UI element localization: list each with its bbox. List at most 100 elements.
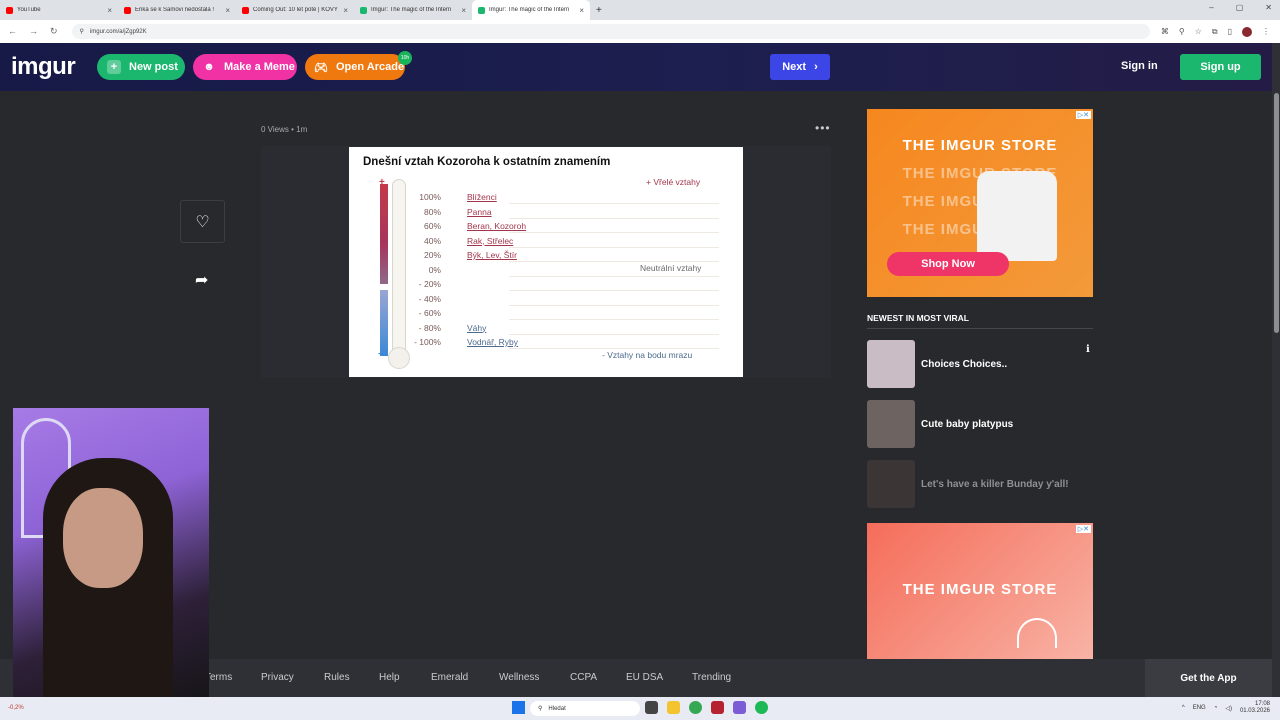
- viral-item[interactable]: Let's have a killer Bunday y'all!: [867, 460, 1093, 508]
- label-neutral: Neutrální vztahy: [640, 263, 702, 273]
- volume-icon[interactable]: ◁): [1225, 705, 1232, 712]
- lang-indicator[interactable]: ENG: [1193, 705, 1206, 711]
- wifi-icon[interactable]: ◔: [1214, 705, 1218, 711]
- close-tab-icon[interactable]: ×: [225, 6, 230, 15]
- relation-signs[interactable]: Váhy: [467, 323, 486, 333]
- viral-item[interactable]: Choices Choices..: [867, 340, 1093, 388]
- extensions-icon[interactable]: ⧉: [1212, 27, 1218, 37]
- relation-signs[interactable]: Beran, Kozoroh: [467, 221, 526, 231]
- viral-item[interactable]: Cute baby platypus: [867, 400, 1093, 448]
- store-ad-bottom[interactable]: ▷✕ THE IMGUR STORE: [867, 523, 1093, 659]
- browser-tab[interactable]: YouTube ×: [0, 0, 118, 20]
- start-icon[interactable]: [512, 701, 525, 714]
- url-input[interactable]: ⚲ imgur.com/a/jZgp92K: [71, 24, 1150, 39]
- close-window-icon[interactable]: ✕: [1265, 3, 1272, 12]
- shop-now-button[interactable]: Shop Now: [887, 252, 1009, 276]
- tray-chevron-icon[interactable]: ^: [1182, 705, 1185, 711]
- post-image[interactable]: Dnešní vztah Kozoroha k ostatním znamení…: [349, 147, 743, 377]
- new-post-button[interactable]: + New post: [97, 54, 185, 80]
- browser-tab[interactable]: Coming Out: 10 let poté | KOVY ×: [236, 0, 354, 20]
- get-app-button[interactable]: Get the App: [1145, 659, 1272, 697]
- post-options-icon[interactable]: •••: [815, 121, 831, 135]
- back-icon[interactable]: ←: [8, 26, 17, 37]
- close-tab-icon[interactable]: ×: [579, 6, 584, 15]
- footer-link[interactable]: Help: [379, 672, 400, 683]
- file-explorer-icon[interactable]: [667, 701, 680, 714]
- footer-link[interactable]: Trending: [692, 672, 731, 683]
- store-ad-top[interactable]: ▷✕ THE IMGUR STORE THE IMGUR STORE THE I…: [867, 109, 1093, 297]
- profile-avatar[interactable]: [1242, 26, 1252, 37]
- relation-percent: 60%: [423, 221, 441, 231]
- page-scrollbar[interactable]: [1272, 43, 1280, 700]
- relation-row: 80% Panna: [409, 205, 719, 219]
- new-tab-icon[interactable]: +: [596, 5, 602, 16]
- relation-row: 100% Blíženci: [409, 190, 719, 204]
- make-meme-button[interactable]: ☻ Make a Meme: [193, 54, 297, 80]
- relation-signs[interactable]: Blíženci: [467, 192, 497, 202]
- tab-favicon-icon: [360, 6, 367, 14]
- relation-percent: - 100%: [414, 337, 441, 347]
- relation-percent: - 40%: [418, 293, 441, 304]
- share-button[interactable]: ➦: [195, 270, 208, 290]
- maximize-icon[interactable]: ▢: [1236, 3, 1244, 12]
- bookmark-star-icon[interactable]: ☆: [1195, 27, 1202, 36]
- chrome-icon[interactable]: [689, 701, 702, 714]
- label-warm: + Vřelé vztahy: [646, 177, 701, 187]
- next-button[interactable]: Next ›: [770, 54, 830, 80]
- relation-signs[interactable]: Býk, Lev, Štír: [467, 250, 517, 260]
- open-arcade-button[interactable]: 🎮︎ Open Arcade: [305, 54, 405, 80]
- footer-link[interactable]: Rules: [324, 672, 350, 683]
- sidepanel-icon[interactable]: ▯: [1228, 27, 1232, 36]
- taskbar-search[interactable]: ⚲ Hledat: [530, 701, 640, 716]
- viral-title: Let's have a killer Bunday y'all!: [921, 478, 1069, 490]
- imgur-logo[interactable]: imgur: [11, 53, 76, 81]
- sign-up-button[interactable]: Sign up: [1180, 54, 1261, 80]
- browser-tab[interactable]: Imgur: The magic of the Intern ×: [472, 0, 590, 20]
- relation-signs[interactable]: Vodnář, Ryby: [467, 337, 518, 347]
- views-count: 0 Views: [261, 125, 289, 134]
- relation-row: 60% Beran, Kozoroh: [409, 219, 719, 233]
- tab-title: Imgur: The magic of the Intern: [371, 7, 452, 13]
- sign-in-link[interactable]: Sign in: [1121, 60, 1158, 72]
- ad-choices-icon[interactable]: ▷✕: [1075, 525, 1091, 533]
- close-tab-icon[interactable]: ×: [461, 6, 466, 15]
- footer-link[interactable]: Privacy: [261, 672, 294, 683]
- relation-percent: 80%: [423, 206, 441, 217]
- browser-tab-bar: YouTube × Erika se k Samovi nedostala ! × Co…: [0, 0, 1280, 20]
- info-icon[interactable]: ℹ: [1086, 344, 1090, 355]
- minimize-icon[interactable]: –: [1209, 3, 1213, 12]
- relation-signs[interactable]: Panna: [467, 207, 492, 217]
- reload-icon[interactable]: ↻: [50, 26, 58, 37]
- footer-link[interactable]: CCPA: [570, 672, 597, 683]
- close-tab-icon[interactable]: ×: [343, 6, 348, 15]
- browser-tab[interactable]: Imgur: The magic of the Intern ×: [354, 0, 472, 20]
- spotify-icon[interactable]: [755, 701, 768, 714]
- browser-tab[interactable]: Erika se k Samovi nedostala ! ×: [118, 0, 236, 20]
- ad-choices-icon[interactable]: ▷✕: [1075, 111, 1091, 119]
- task-view-icon[interactable]: [645, 701, 658, 714]
- post-age: 1m: [296, 125, 308, 134]
- clock[interactable]: 17:08 01.03.2026: [1240, 701, 1270, 715]
- browser-tools: ⌘ ⚲ ☆ ⧉ ▯ ⋮: [1161, 26, 1270, 37]
- discord-icon[interactable]: [733, 701, 746, 714]
- weather-widget[interactable]: -0,2%: [8, 705, 24, 711]
- footer-link[interactable]: Terms: [205, 672, 232, 683]
- meme-icon: ☻: [203, 61, 215, 73]
- forward-icon[interactable]: →: [29, 26, 38, 37]
- footer-link[interactable]: Emerald: [431, 672, 468, 683]
- zoom-icon[interactable]: ⚲: [1179, 27, 1185, 36]
- window-controls: – ▢ ✕: [1209, 3, 1272, 12]
- tab-favicon-icon: [242, 6, 249, 14]
- scrollbar-thumb[interactable]: [1274, 93, 1279, 333]
- close-tab-icon[interactable]: ×: [107, 6, 112, 15]
- site-info-icon[interactable]: ⚲: [80, 28, 84, 35]
- favorite-button[interactable]: ♡: [180, 200, 225, 243]
- relation-signs[interactable]: Rak, Střelec: [467, 236, 513, 246]
- tab-favicon-icon: [6, 6, 13, 14]
- app-icon[interactable]: [711, 701, 724, 714]
- browser-menu-icon[interactable]: ⋮: [1262, 27, 1270, 36]
- footer-link[interactable]: Wellness: [499, 672, 539, 683]
- relation-percent: 20%: [423, 250, 441, 260]
- translate-icon[interactable]: ⌘: [1161, 27, 1169, 36]
- footer-link[interactable]: EU DSA: [626, 672, 663, 683]
